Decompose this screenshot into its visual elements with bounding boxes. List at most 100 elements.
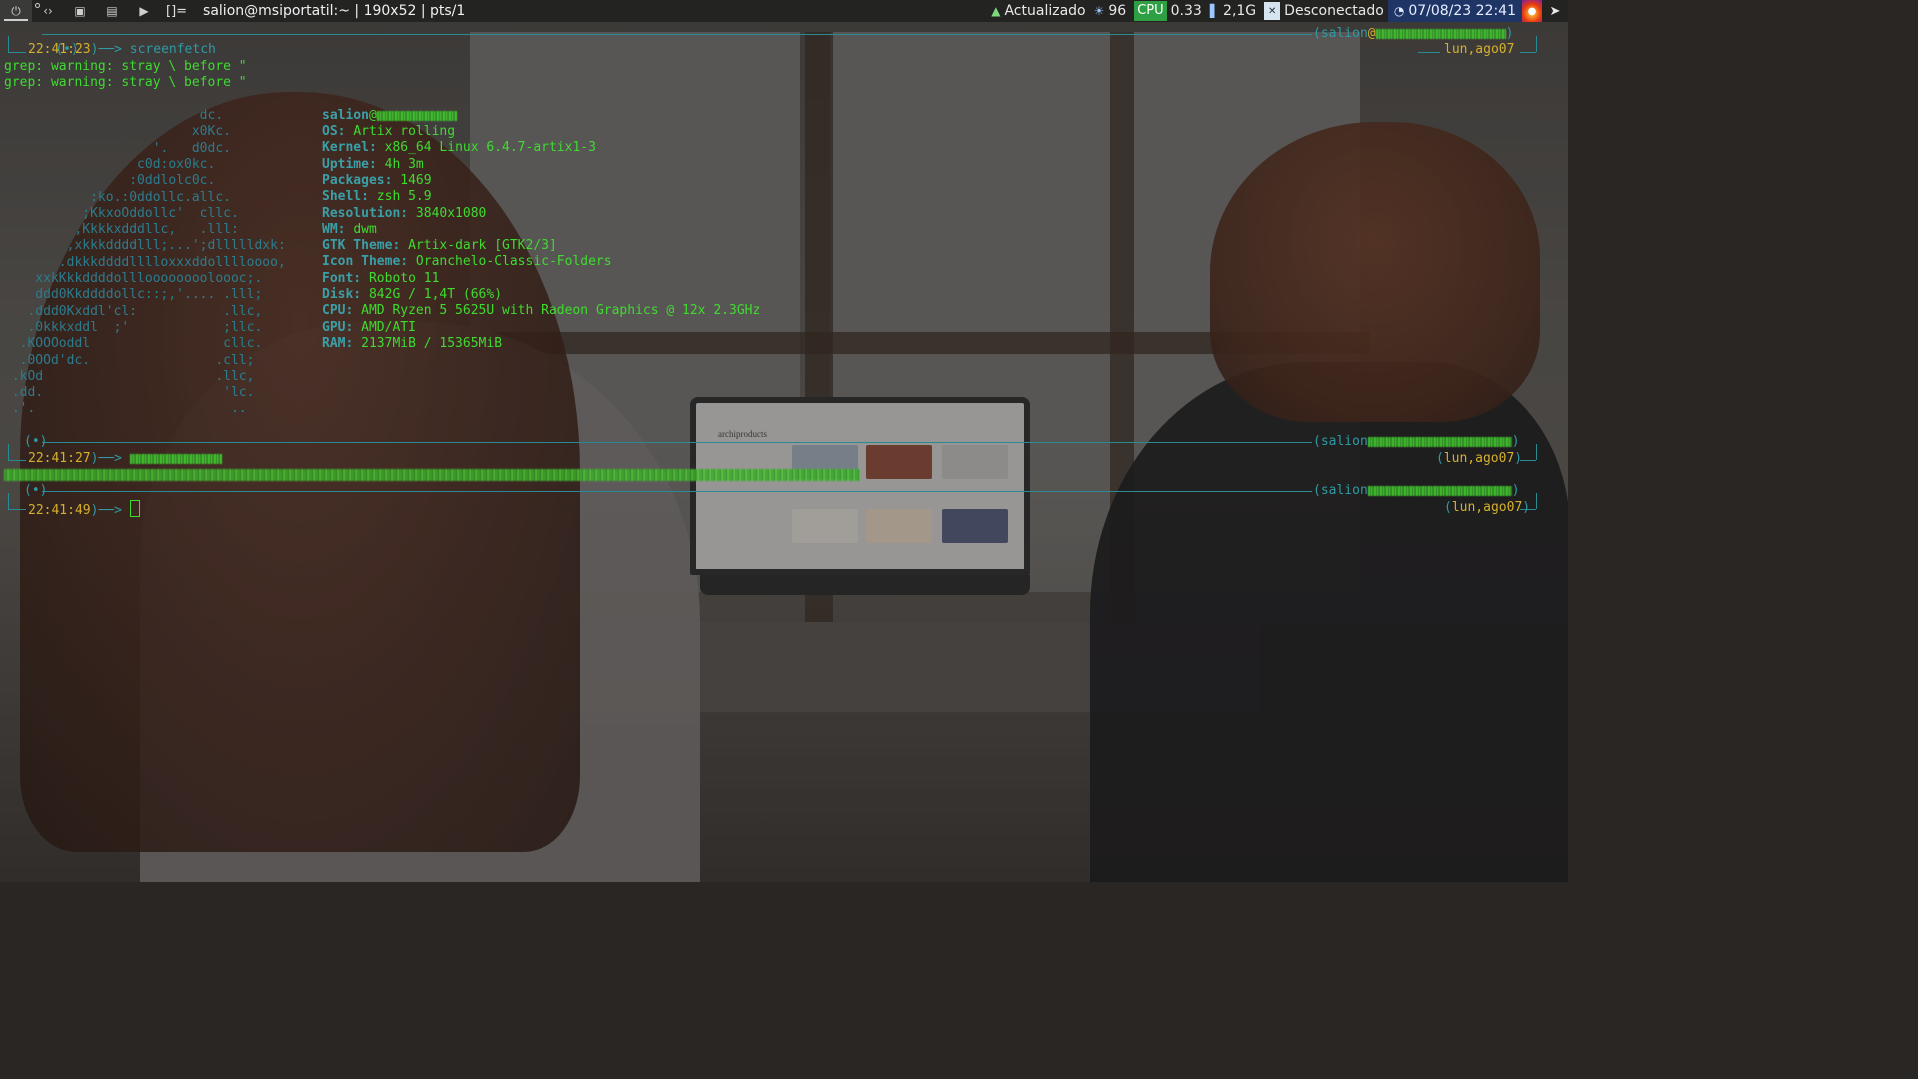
sysinfo-key: GPU: [322,319,354,335]
prompt-date-wrap: (lun,ago07) [1436,451,1523,466]
prompt-rule [8,36,9,52]
sysinfo-row: OS: Artix rolling [322,124,455,140]
sysinfo-value: Roboto 11 [368,270,440,286]
logo-line: :ko.:0ddollc.allc. [4,189,231,205]
sysinfo-key: Disk: [322,287,362,302]
updates-status[interactable]: ▲ Actualizado [987,0,1089,22]
logo-line: .'. .. [4,401,247,417]
redacted-output [4,469,860,481]
prompt-rule [1536,444,1537,460]
prompt-right-user: (salion@) [1313,26,1514,41]
redacted-hostname [1367,485,1512,496]
brightness-icon: ☀ [1093,4,1105,18]
occupied-indicator [35,3,40,8]
redacted-hostname [376,110,457,121]
sysinfo-value: AMD Ryzen 5 5625U with Radeon Graphics @… [361,303,761,319]
sysinfo-key: CPU: [322,303,354,319]
redacted-command [129,453,222,464]
sysinfo-header: salion@ [322,108,457,124]
prompt-time: 22:41:49 [28,503,91,518]
memory-status[interactable]: ▌ 2,1G [1206,0,1260,22]
logo-line: ,Kkkkxdddllc, .lll: [4,222,239,238]
sysinfo-key: Packages: [322,172,393,188]
sysinfo-row: Uptime: 4h 3m [322,157,424,173]
redacted-hostname [1367,436,1512,447]
sysinfo-row: Shell: zsh 5.9 [322,189,432,205]
memory-icon: ▌ [1209,4,1220,18]
network-disconnected-icon: ✕ [1264,2,1281,20]
prompt-date: lun,ago07 [1443,451,1515,466]
prompt-rule [8,509,26,510]
firefox-icon[interactable]: ● [1522,0,1542,22]
prompt-rule [1536,493,1537,509]
network-status[interactable]: ✕ Desconectado [1260,0,1388,22]
sysinfo-value: x86_64 Linux 6.4.7-artix1-3 [384,140,596,156]
sysinfo-key: Uptime: [322,156,377,172]
logo-line: .KOOOoddl cllc. [4,336,263,352]
terminal-icon: ▣ [74,4,86,18]
sysinfo-key: Kernel: [322,140,377,156]
logo-line: ddd0Kkddddollc::;,'.... .lll; [4,287,263,303]
command-text: screenfetch [129,42,216,57]
prompt-arrow: ──> [98,42,122,57]
window-icon: ▤ [106,4,118,18]
logo-line: c0d:ox0kc. [4,156,216,172]
cpu-load: 0.33 [1170,3,1202,19]
sysinfo-key: WM: [322,221,346,237]
logo-line: :0ddlolc0c. [4,173,216,189]
sysinfo-row: GPU: AMD/ATI [322,320,416,336]
prompt-time: 22:41:27 [28,451,91,466]
sysinfo-key: OS: [322,124,346,139]
tag-4[interactable]: ▤ [96,0,128,22]
sysinfo-key: Resolution: [322,205,409,221]
play-icon: ▶ [139,4,149,18]
sysinfo-value: Artix-dark [GTK2/3] [408,238,557,254]
power-icon: ⏻ [11,3,21,18]
status-bar: ⏻ ‹› ▣ ▤ ▶ []= salion@msiportatil:~ | 19… [0,0,1568,22]
cpu-status[interactable]: CPU 0.33 [1130,0,1206,22]
sysinfo-key: GTK Theme: [322,238,401,254]
sysinfo-value: Artix rolling [353,124,456,139]
send-icon[interactable]: ➤ [1542,4,1568,19]
logo-line: x0Kc. [4,124,231,140]
clock[interactable]: ◔ 07/08/23 22:41 [1387,0,1522,22]
brightness-status[interactable]: ☀ 96 [1090,0,1131,22]
window-title: salion@msiportatil:~ | 190x52 | pts/1 [203,3,466,19]
tag-5[interactable]: ▶ [128,0,160,22]
sysinfo-key: Icon Theme: [322,254,409,270]
sysinfo-row: RAM: 2137MiB / 15365MiB [322,336,502,352]
prompt-right-user: (salion) [1313,434,1520,449]
sysinfo-row: Font: Roboto 11 [322,271,439,287]
memory-value: 2,1G [1223,3,1257,19]
tag-1[interactable]: ⏻ [0,0,32,22]
prompt-date: lun,ago07 [1444,42,1515,57]
up-arrow-icon: ▲ [991,4,1001,18]
prompt-rule [42,491,1312,492]
sysinfo-key: RAM: [322,335,354,351]
prompt-rule [1520,460,1536,461]
logo-line: .0OOd'dc. .cll; [4,352,255,368]
logo-line: .ddd0Kxddl'cl: .llc, [4,303,263,319]
layout-symbol[interactable]: []= [160,4,193,19]
tag-2[interactable]: ‹› [32,0,64,22]
sysinfo-row: Icon Theme: Oranchelo-Classic-Folders [322,254,612,270]
sysinfo-value: 842G / 1,4T (66%) [368,287,503,302]
tag-3[interactable]: ▣ [64,0,96,22]
prompt-right-user: (salion) [1313,483,1520,498]
prompt-rule [1520,52,1536,53]
sysinfo-value: dwm [353,221,377,237]
prompt-rule [1418,52,1440,53]
sysinfo-value: 2137MiB / 15365MiB [361,335,503,351]
cpu-label: CPU [1134,1,1167,21]
prompt-line: 22:41:23)──> screenfetch [28,42,216,58]
prompt-line: 22:41:49)──> [28,500,140,519]
prompt-rule [1536,36,1537,52]
logo-line: xxkKkkddddolllooooooooloooc;. [4,271,263,286]
terminal-window[interactable]: (•) 22:41:23)──> screenfetch (salion@) l… [0,22,1568,882]
prompt-line: 22:41:27)──> [28,451,222,467]
prompt-head: (•) [24,434,48,449]
text-cursor[interactable] [129,500,140,517]
sysinfo-row: CPU: AMD Ryzen 5 5625U with Radeon Graph… [322,303,760,319]
logo-line: dc. [4,108,224,123]
logo-line: .0kkkxddl ;' ;llc. [4,319,263,335]
